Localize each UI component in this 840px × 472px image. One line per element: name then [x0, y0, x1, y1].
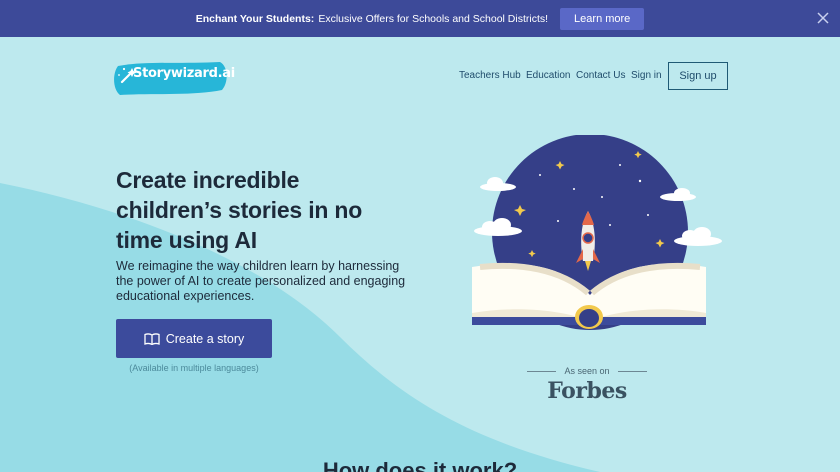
how-it-works-heading: How does it work?: [322, 458, 518, 472]
create-story-label: Create a story: [165, 331, 245, 346]
nav-contact-us[interactable]: Contact Us: [576, 70, 625, 81]
banner-text: Exclusive Offers for Schools and School …: [318, 12, 549, 25]
create-story-button[interactable]: Create a story: [116, 319, 272, 358]
divider-left: [527, 370, 557, 372]
as-seen-on: As seen on: [527, 366, 647, 376]
nav-sign-in[interactable]: Sign in: [631, 70, 662, 81]
forbes-logo: Forbes: [547, 378, 627, 404]
book-icon: [144, 332, 160, 345]
as-seen-on-label: As seen on: [564, 366, 610, 376]
learn-more-button[interactable]: Learn more: [560, 7, 645, 30]
rocket-book-illustration: [472, 135, 722, 330]
nav-teachers-hub[interactable]: Teachers Hub: [459, 70, 521, 81]
divider-right: [617, 370, 647, 372]
close-icon[interactable]: [816, 11, 830, 25]
sign-up-button[interactable]: Sign up: [668, 62, 728, 90]
logo-text: Storywizard.ai: [133, 66, 235, 81]
banner-bold-text: Enchant Your Students:: [195, 12, 315, 25]
nav-education[interactable]: Education: [526, 70, 570, 81]
hero-subtitle: We reimagine the way children learn by h…: [116, 259, 406, 303]
promo-banner: Enchant Your Students: Exclusive Offers …: [0, 0, 840, 37]
hero-headline: Create incredible children’s stories in …: [116, 167, 363, 253]
languages-note: (Available in multiple languages): [129, 363, 259, 373]
